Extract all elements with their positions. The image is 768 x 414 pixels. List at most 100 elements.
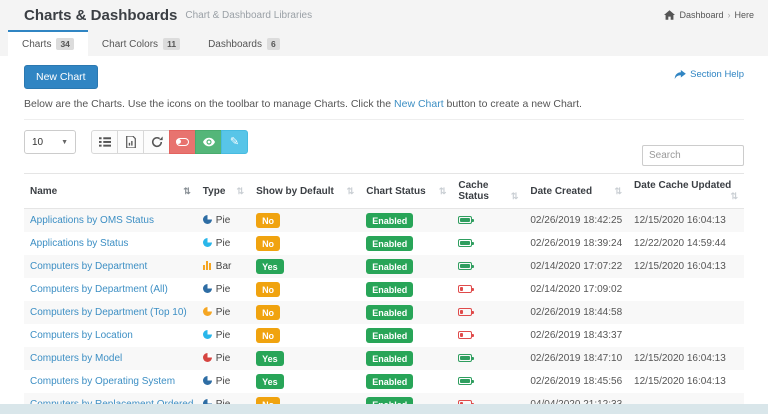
date-cache-updated-value: 12/15/2020 16:04:13 bbox=[634, 261, 726, 272]
chart-name-link[interactable]: Applications by Status bbox=[30, 238, 128, 249]
eye-icon bbox=[202, 137, 215, 147]
cache-status-battery-icon bbox=[458, 262, 475, 271]
breadcrumb-home[interactable]: Dashboard bbox=[679, 10, 723, 20]
chart-name-link[interactable]: Computers by Department (Top 10) bbox=[30, 307, 187, 318]
sort-icon[interactable]: ⇅ bbox=[237, 186, 245, 197]
chart-type-label: Bar bbox=[215, 261, 232, 272]
table-row: Computers by Department Bar Yes Enabled … bbox=[24, 255, 744, 278]
pencil-icon: ✎ bbox=[229, 135, 240, 148]
chart-name-link[interactable]: Computers by Operating System bbox=[30, 376, 175, 387]
table-row: Computers by Model Pie Yes Enabled 02/26… bbox=[24, 347, 744, 370]
cache-status-battery-icon bbox=[458, 216, 475, 225]
export-report-button[interactable] bbox=[117, 130, 144, 154]
toolbar-left: 10 ▼ ✎ bbox=[24, 130, 248, 154]
column-header[interactable]: Name ⇅ bbox=[24, 173, 197, 209]
refresh-button[interactable] bbox=[143, 130, 170, 154]
table-row: Computers by Operating System Pie Yes En… bbox=[24, 370, 744, 393]
chart-name-link[interactable]: Computers by Location bbox=[30, 330, 133, 341]
page-subtitle: Chart & Dashboard Libraries bbox=[185, 9, 313, 21]
share-arrow-icon bbox=[674, 69, 686, 79]
tab-count-badge: 34 bbox=[56, 38, 74, 50]
chart-status-badge: Enabled bbox=[366, 259, 414, 274]
date-created-value: 02/26/2019 18:39:24 bbox=[530, 238, 623, 249]
cache-status-battery-icon bbox=[458, 308, 475, 317]
cache-status-battery-icon bbox=[458, 400, 475, 404]
breadcrumb: Dashboard › Here bbox=[664, 10, 754, 20]
table-row: Applications by Status Pie No Enabled 02… bbox=[24, 232, 744, 255]
tab-count-badge: 11 bbox=[163, 38, 181, 50]
date-cache-updated-value: 12/15/2020 16:04:13 bbox=[634, 376, 726, 387]
section-help-link[interactable]: Section Help bbox=[674, 69, 744, 80]
column-header-label: Show by Default bbox=[256, 185, 334, 197]
cache-status-battery-icon bbox=[458, 285, 475, 294]
actions-row: New Chart Section Help bbox=[24, 56, 744, 89]
sort-icon[interactable]: ⇅ bbox=[615, 186, 623, 197]
column-header-label: Name bbox=[30, 185, 58, 197]
cache-status-battery-icon bbox=[458, 331, 475, 340]
chart-type-icon bbox=[202, 399, 212, 404]
chart-type-label: Pie bbox=[215, 307, 231, 318]
chart-name-link[interactable]: Computers by Replacement Ordered bbox=[30, 399, 193, 404]
tab[interactable]: Chart Colors 11 bbox=[88, 30, 194, 56]
sort-icon[interactable]: ⇅ bbox=[439, 186, 447, 197]
description-after: button to create a new Chart. bbox=[443, 98, 582, 110]
new-chart-inline-link[interactable]: New Chart bbox=[394, 98, 444, 110]
preview-button[interactable] bbox=[195, 130, 222, 154]
edit-button[interactable]: ✎ bbox=[221, 130, 248, 154]
top-bar: Charts & Dashboards Chart & Dashboard Li… bbox=[0, 0, 768, 30]
sort-icon[interactable]: ⇅ bbox=[511, 191, 519, 202]
show-by-default-badge: No bbox=[256, 213, 281, 228]
chart-name-link[interactable]: Computers by Model bbox=[30, 353, 122, 364]
show-by-default-badge: Yes bbox=[256, 351, 284, 366]
toggle-status-button[interactable] bbox=[169, 130, 196, 154]
chart-type-label: Pie bbox=[215, 284, 231, 295]
column-header-label: Cache Status bbox=[458, 180, 489, 202]
date-created-value: 02/26/2019 18:45:56 bbox=[530, 376, 623, 387]
chart-type-label: Pie bbox=[215, 238, 231, 249]
search-wrap bbox=[642, 145, 744, 166]
list-view-button[interactable] bbox=[91, 130, 118, 154]
show-by-default-badge: No bbox=[256, 397, 281, 404]
show-by-default-badge: No bbox=[256, 305, 281, 320]
chart-status-badge: Enabled bbox=[366, 236, 414, 251]
chart-type-icon bbox=[202, 353, 212, 362]
column-header[interactable]: Date Created ⇅ bbox=[524, 173, 629, 209]
list-icon bbox=[98, 137, 111, 147]
tab-label: Dashboards bbox=[208, 38, 262, 50]
chart-status-badge: Enabled bbox=[366, 213, 414, 228]
description-text: Below are the Charts. Use the icons on t… bbox=[24, 98, 744, 110]
sort-icon[interactable]: ⇅ bbox=[730, 191, 738, 202]
tab[interactable]: Dashboards 6 bbox=[194, 30, 294, 56]
charts-table: Name ⇅ Type ⇅ Show by Default ⇅ Chart St… bbox=[24, 173, 744, 404]
column-header[interactable]: Type ⇅ bbox=[196, 173, 251, 209]
chart-status-badge: Enabled bbox=[366, 397, 414, 404]
file-export-icon bbox=[125, 136, 136, 148]
column-header[interactable]: Date Cache Updated ⇅ bbox=[628, 173, 744, 209]
sort-icon[interactable]: ⇅ bbox=[347, 186, 355, 197]
chart-status-badge: Enabled bbox=[366, 282, 414, 297]
show-by-default-badge: No bbox=[256, 328, 281, 343]
chart-type-label: Pie bbox=[215, 353, 231, 364]
column-header[interactable]: Cache Status ⇅ bbox=[452, 173, 525, 209]
column-header[interactable]: Chart Status ⇅ bbox=[360, 173, 453, 209]
refresh-icon bbox=[151, 136, 163, 148]
date-created-value: 02/26/2019 18:42:25 bbox=[530, 215, 623, 226]
column-header[interactable]: Show by Default ⇅ bbox=[250, 173, 361, 209]
chart-name-link[interactable]: Computers by Department bbox=[30, 261, 147, 272]
tab[interactable]: Charts 34 bbox=[8, 30, 88, 56]
new-chart-button[interactable]: New Chart bbox=[24, 65, 98, 89]
chart-name-link[interactable]: Computers by Department (All) bbox=[30, 284, 168, 295]
toolbar-button-group: ✎ bbox=[91, 130, 248, 154]
table-row: Applications by OMS Status Pie No Enable… bbox=[24, 208, 744, 232]
date-created-value: 04/04/2020 21:12:33 bbox=[530, 399, 622, 404]
content-panel: New Chart Section Help Below are the Cha… bbox=[0, 56, 768, 404]
tab-bar: Charts 34 Chart Colors 11 Dashboards 6 bbox=[0, 30, 768, 56]
sort-icon[interactable]: ⇅ bbox=[183, 186, 191, 197]
date-created-value: 02/26/2019 18:44:58 bbox=[530, 307, 623, 318]
chart-type-label: Pie bbox=[215, 330, 231, 341]
breadcrumb-current: Here bbox=[734, 10, 754, 20]
search-input[interactable] bbox=[642, 145, 744, 166]
chart-name-link[interactable]: Applications by OMS Status bbox=[30, 215, 154, 226]
page-size-select[interactable]: 10 ▼ bbox=[24, 130, 76, 154]
date-created-value: 02/14/2020 17:09:02 bbox=[530, 284, 623, 295]
